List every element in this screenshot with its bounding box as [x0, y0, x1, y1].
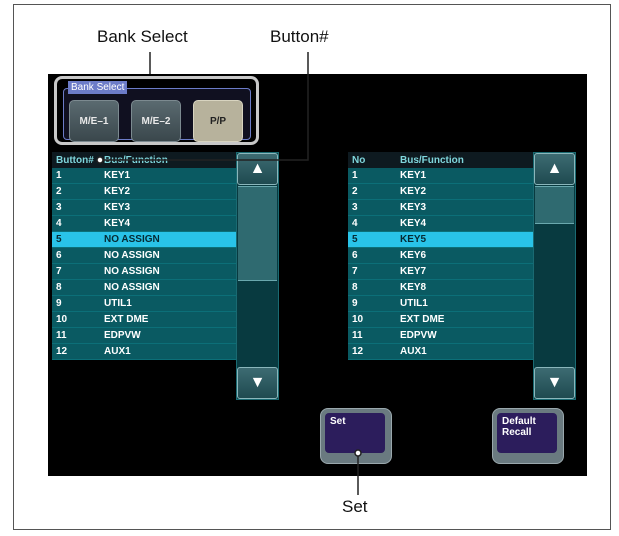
callout-leaders	[96, 52, 362, 495]
button-number-leader	[100, 52, 309, 161]
button-number-marker	[96, 156, 104, 164]
set-marker	[354, 449, 362, 457]
